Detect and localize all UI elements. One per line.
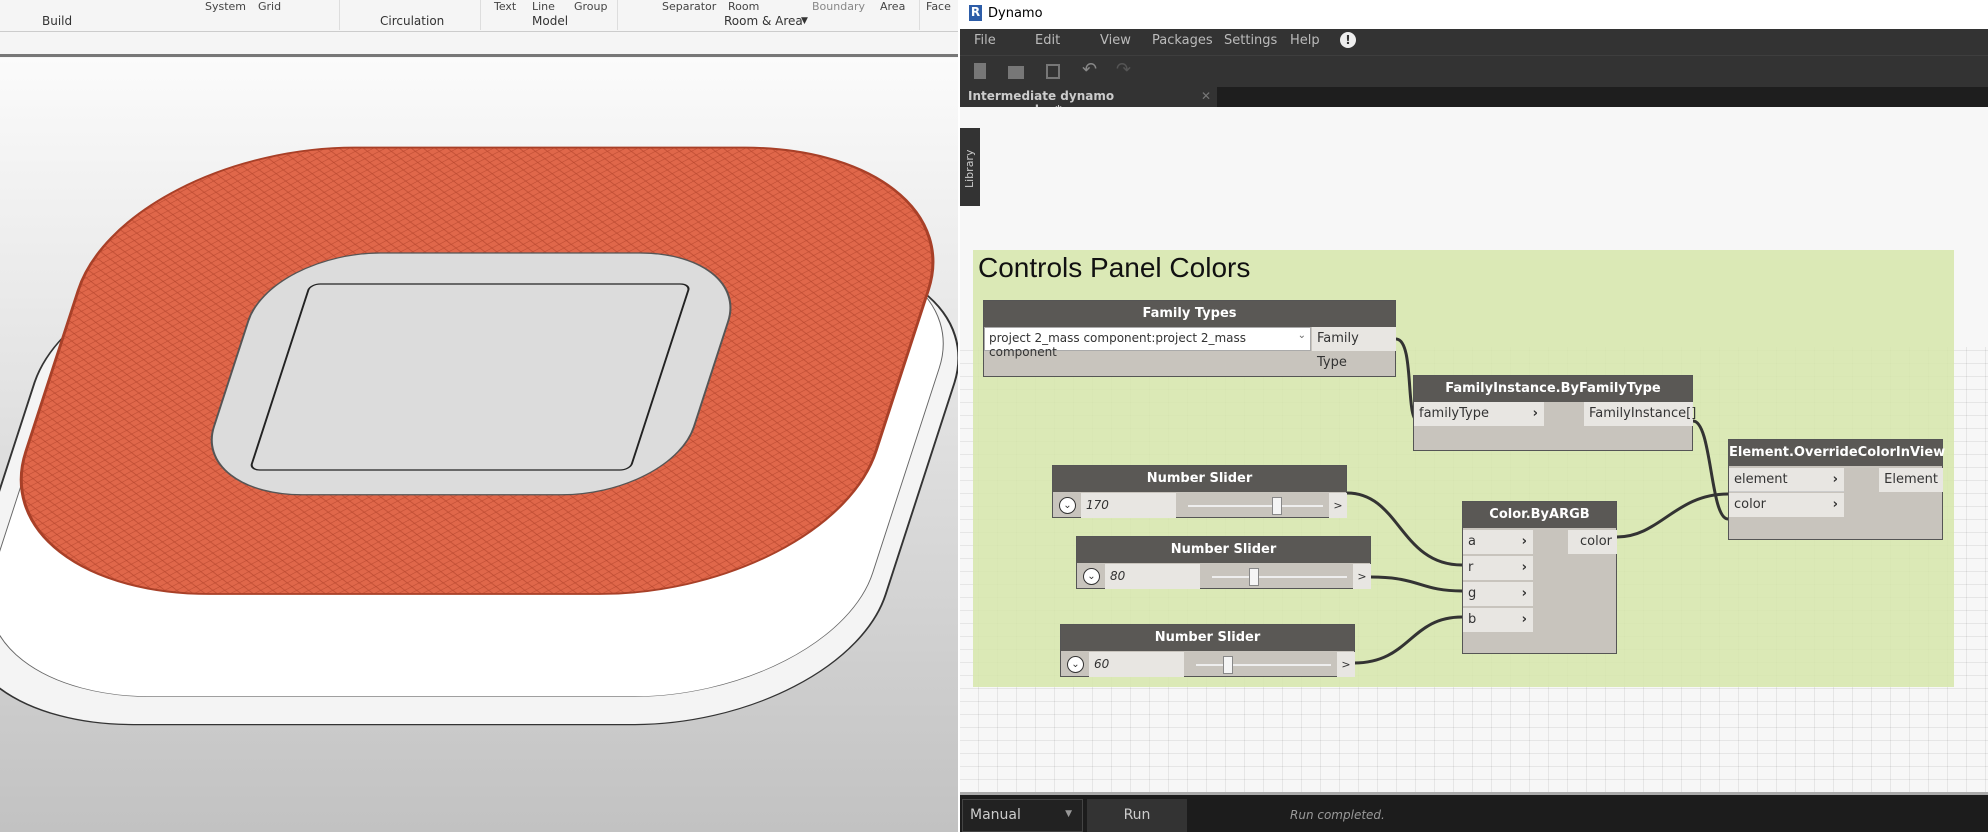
undo-icon[interactable]: ↶: [1082, 59, 1097, 80]
panel-room-area[interactable]: Room & Area: [724, 14, 803, 29]
output-port[interactable]: >: [1329, 493, 1347, 518]
expand-chevron-icon[interactable]: ⌄: [1083, 568, 1100, 585]
close-icon[interactable]: ✕: [1201, 89, 1211, 103]
slider-track[interactable]: [1188, 505, 1323, 507]
panel-build: Build: [42, 14, 73, 28]
output-port[interactable]: >: [1353, 564, 1371, 589]
output-familyinstance[interactable]: FamilyInstance[]: [1584, 402, 1696, 426]
node-title: Number Slider: [1053, 466, 1346, 492]
wire-color: [1616, 492, 1729, 539]
3d-viewport[interactable]: [0, 58, 960, 832]
expand-chevron-icon[interactable]: ⌄: [1059, 497, 1076, 514]
input-color[interactable]: color ›: [1729, 493, 1844, 517]
output-family-type[interactable]: Family Type: [1312, 327, 1396, 370]
dropdown-value: project 2_mass component:project 2_mass …: [989, 331, 1247, 359]
revit-window: System Grid Text Line Group Separator Ro…: [0, 0, 960, 832]
dropdown-arrow-icon: ▼: [1065, 809, 1072, 819]
title-bar: R Dynamo: [960, 0, 1988, 29]
menu-packages[interactable]: Packages: [1152, 33, 1213, 48]
node-element-overridecolorinview[interactable]: Element.OverrideColorInView element › col…: [1728, 439, 1945, 540]
node-number-slider[interactable]: Number Slider ⌄ 170 >: [1052, 465, 1347, 518]
menu-view[interactable]: View: [1100, 33, 1131, 48]
menu-bar: File Edit View Packages Settings Help !: [960, 29, 1988, 55]
family-type-dropdown[interactable]: project 2_mass component:project 2_mass …: [984, 327, 1311, 359]
ribbon-text[interactable]: Text: [494, 0, 516, 13]
ribbon: System Grid Text Line Group Separator Ro…: [0, 0, 958, 32]
save-icon[interactable]: [1046, 64, 1060, 79]
tab-intermediate-program[interactable]: Intermediate dynamo program.dyn* ✕: [960, 87, 1217, 117]
output-color[interactable]: color: [1568, 530, 1617, 554]
ribbon-group[interactable]: Group: [574, 0, 608, 13]
run-status: Run completed.: [1290, 808, 1385, 822]
node-familyinstance-byfamilytype[interactable]: FamilyInstance.ByFamilyType familyType › …: [1413, 375, 1696, 451]
node-number-slider[interactable]: Number Slider ⌄ 80 >: [1076, 536, 1371, 589]
ribbon-face[interactable]: Face: [926, 0, 951, 13]
expand-chevron-icon[interactable]: ⌄: [1067, 656, 1084, 673]
menu-edit[interactable]: Edit: [1035, 33, 1060, 48]
node-title: Number Slider: [1077, 537, 1370, 563]
options-bar: [0, 33, 958, 57]
ribbon-system[interactable]: System: [205, 0, 246, 13]
node-title: Family Types: [984, 301, 1395, 327]
node-title: Color.ByARGB: [1463, 502, 1616, 528]
input-familytype[interactable]: familyType ›: [1414, 402, 1544, 426]
wire-slider3: [1353, 615, 1463, 665]
wire-instance: [1692, 419, 1729, 521]
panel-model: Model: [532, 14, 569, 28]
ribbon-area[interactable]: Area: [880, 0, 905, 13]
ribbon-line[interactable]: Line: [532, 0, 555, 13]
node-title: FamilyInstance.ByFamilyType: [1414, 376, 1692, 402]
notification-icon[interactable]: !: [1340, 32, 1356, 48]
input-g[interactable]: g ›: [1463, 582, 1533, 606]
new-file-icon[interactable]: [974, 63, 986, 79]
open-icon[interactable]: [1008, 66, 1024, 79]
output-element[interactable]: Element: [1879, 468, 1943, 492]
slider-value-field[interactable]: 170: [1081, 493, 1176, 518]
toolbar: ↶ ↷: [960, 55, 1988, 87]
stadium-model: [0, 146, 960, 726]
ribbon-boundary[interactable]: Boundary: [812, 0, 865, 13]
workspace-canvas[interactable]: Library Controls Panel Colors Family Typ…: [960, 107, 1988, 792]
chevron-down-icon: ⌄: [1297, 330, 1306, 341]
node-title: Element.OverrideColorInView: [1729, 440, 1945, 466]
slider-thumb[interactable]: [1223, 656, 1234, 674]
slider-value-field[interactable]: 60: [1089, 652, 1184, 677]
slider-thumb[interactable]: [1272, 497, 1283, 515]
menu-file[interactable]: File: [974, 33, 996, 48]
status-bar: Manual ▼ Run Run completed.: [960, 792, 1988, 832]
dynamo-window: R Dynamo File Edit View Packages Setting…: [960, 0, 1988, 832]
output-port[interactable]: >: [1337, 652, 1355, 677]
menu-help[interactable]: Help: [1290, 33, 1320, 48]
run-button[interactable]: Run: [1087, 799, 1187, 832]
ribbon-grid[interactable]: Grid: [258, 0, 281, 13]
node-color-byargb[interactable]: Color.ByARGB a › r › g › b › color: [1462, 501, 1617, 654]
input-element[interactable]: element ›: [1729, 468, 1844, 492]
tab-bar: Intermediate dynamo program.dyn* ✕: [960, 87, 1988, 117]
input-b[interactable]: b ›: [1463, 608, 1533, 632]
input-a[interactable]: a ›: [1463, 530, 1533, 554]
node-number-slider[interactable]: Number Slider ⌄ 60 >: [1060, 624, 1355, 677]
run-mode-dropdown[interactable]: Manual ▼: [962, 799, 1083, 832]
redo-icon[interactable]: ↷: [1116, 59, 1131, 80]
node-family-types[interactable]: Family Types project 2_mass component:pr…: [983, 300, 1396, 377]
node-title: Number Slider: [1061, 625, 1354, 651]
window-title: Dynamo: [988, 6, 1043, 21]
ribbon-room[interactable]: Room: [728, 0, 759, 13]
slider-value-field[interactable]: 80: [1105, 564, 1200, 589]
slider-track[interactable]: [1212, 576, 1347, 578]
dropdown-icon[interactable]: ▼: [801, 14, 808, 29]
slider-thumb[interactable]: [1248, 568, 1259, 586]
revit-logo-icon: R: [969, 5, 982, 21]
menu-settings[interactable]: Settings: [1224, 33, 1277, 48]
input-r[interactable]: r ›: [1463, 556, 1533, 580]
panel-circulation: Circulation: [380, 14, 445, 28]
ribbon-separator[interactable]: Separator: [662, 0, 716, 13]
wire-slider2: [1370, 575, 1463, 593]
slider-track[interactable]: [1196, 664, 1331, 666]
